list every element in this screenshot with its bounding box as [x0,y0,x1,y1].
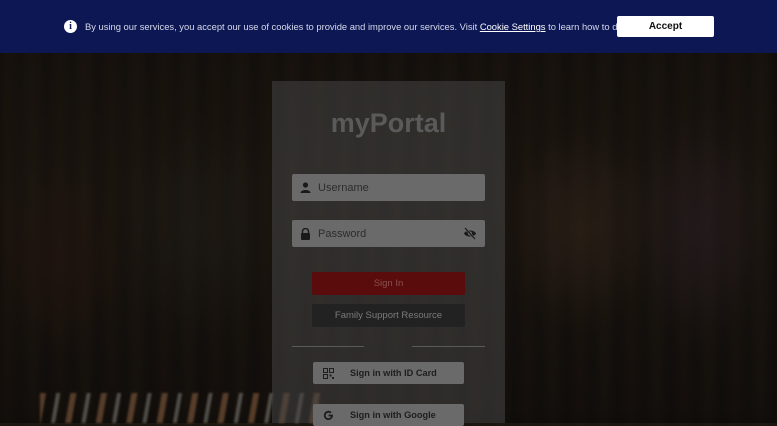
id-card-label: Sign in with ID Card [350,368,437,378]
or-separator: OR [380,340,396,351]
divider-right [412,346,485,347]
lock-icon [301,228,310,240]
google-icon [323,410,333,421]
password-input[interactable] [318,220,458,247]
cookie-banner: i By using our services, you accept our … [0,0,777,53]
accept-cookies-button[interactable]: Accept [617,16,714,37]
family-support-button[interactable]: Family Support Resource [312,304,465,327]
cookie-text-before: By using our services, you accept our us… [85,21,480,32]
id-card-sign-in-button[interactable]: Sign in with ID Card [313,362,464,384]
portal-logo: myPortal [330,108,447,138]
sign-in-button[interactable]: Sign In [312,272,465,295]
username-field[interactable] [292,174,485,201]
username-input[interactable] [318,174,458,201]
visibility-off-icon[interactable] [463,227,477,240]
cookie-settings-link[interactable]: Cookie Settings [480,21,546,32]
cookie-message: By using our services, you accept our us… [85,21,668,32]
divider-left [292,346,364,347]
info-icon: i [64,20,77,33]
user-icon [300,182,311,193]
qr-code-icon [323,368,334,379]
password-field[interactable] [292,220,485,247]
